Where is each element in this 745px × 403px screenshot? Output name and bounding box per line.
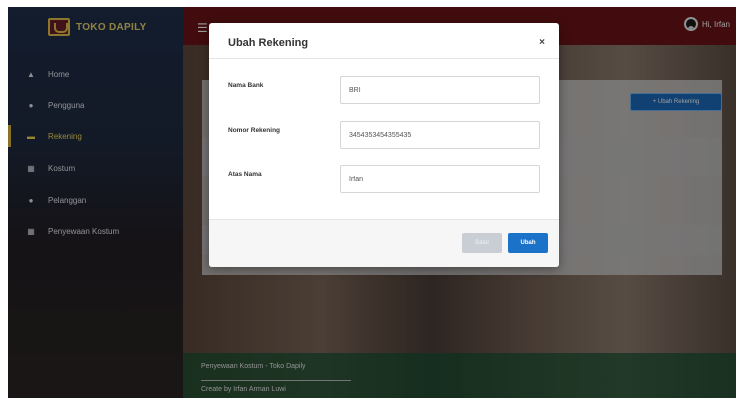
atas-nama-input[interactable] [340, 165, 540, 193]
field-label: Nama Bank [228, 82, 264, 89]
form-row-atas-nama: Atas Nama [209, 165, 559, 193]
modal-title: Ubah Rekening [228, 37, 309, 49]
app-window: TOKO DAPILY ▲ Home ● Pengguna ▬ Rekening… [8, 7, 736, 398]
modal-header: Ubah Rekening × [209, 23, 559, 59]
submit-button[interactable]: Ubah [508, 233, 548, 253]
field-label: Nomor Rekening [228, 127, 281, 134]
form-row-nama-bank: Nama Bank [209, 76, 559, 104]
modal-footer: Batal Ubah [209, 219, 559, 267]
form-row-nomor-rekening: Nomor Rekening [209, 121, 559, 149]
nama-bank-input[interactable] [340, 76, 540, 104]
cancel-button[interactable]: Batal [462, 233, 502, 253]
edit-rekening-modal: Ubah Rekening × Nama Bank Nomor Rekening… [209, 23, 559, 267]
nomor-rekening-input[interactable] [340, 121, 540, 149]
close-icon[interactable]: × [539, 37, 545, 48]
field-label: Atas Nama [228, 171, 262, 178]
